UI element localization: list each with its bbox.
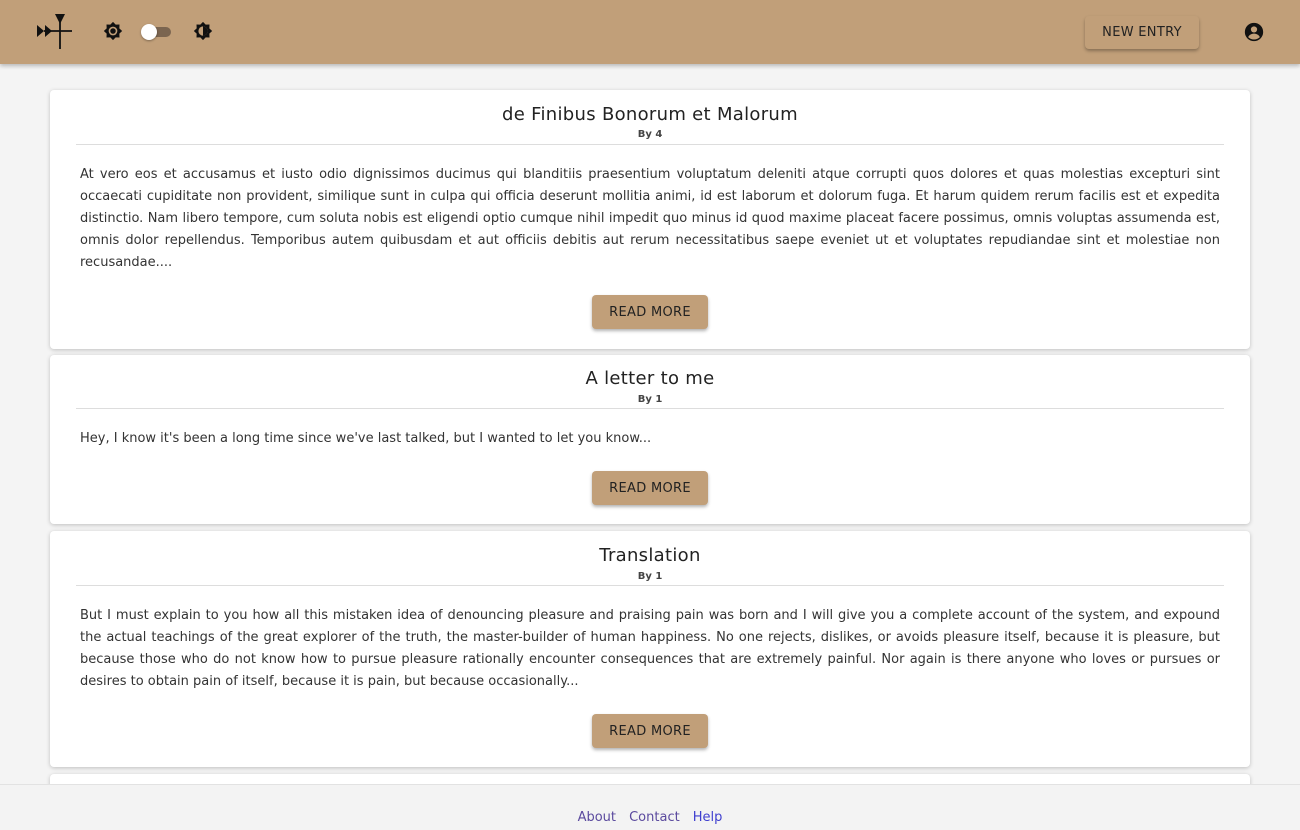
footer-link-help[interactable]: Help [693, 810, 723, 825]
read-more-button[interactable]: READ MORE [592, 295, 708, 329]
entry-excerpt: Hey, I know it's been a long time since … [80, 431, 652, 446]
entry-author: By 1 [637, 394, 663, 405]
entry-divider [76, 408, 1224, 409]
read-more-button[interactable]: READ MORE [592, 471, 708, 505]
entry-title: A letter to me [585, 368, 715, 389]
entry-author: By 1 [637, 571, 663, 582]
logo-icon[interactable] [36, 13, 74, 51]
theme-toggle[interactable] [141, 22, 173, 42]
toggle-thumb[interactable] [141, 24, 157, 40]
footer-link-contact[interactable]: Contact [629, 810, 680, 825]
entry-card: A letter to me By 1 Hey, I know it's bee… [50, 355, 1250, 524]
new-entry-button[interactable]: NEW ENTRY [1085, 16, 1199, 49]
footer: About Contact Help [0, 784, 1300, 830]
footer-link-about[interactable]: About [578, 810, 616, 825]
account-icon[interactable] [1243, 21, 1265, 43]
entry-divider [76, 144, 1224, 145]
brightness-icon[interactable] [103, 21, 123, 41]
entry-author: By 4 [637, 129, 663, 140]
read-more-button[interactable]: READ MORE [592, 714, 708, 748]
entry-excerpt: At vero eos et accusamus et iusto odio d… [80, 167, 1220, 270]
contrast-icon[interactable] [193, 21, 213, 41]
entry-card: de Finibus Bonorum et Malorum By 4 At ve… [50, 90, 1250, 349]
entry-card: Translation By 1 But I must explain to y… [50, 531, 1250, 767]
app-bar: NEW ENTRY [0, 0, 1300, 64]
entry-divider [76, 585, 1224, 586]
entry-title: Translation [599, 545, 701, 566]
entry-title: de Finibus Bonorum et Malorum [502, 104, 798, 125]
entry-excerpt: But I must explain to you how all this m… [80, 608, 1220, 689]
